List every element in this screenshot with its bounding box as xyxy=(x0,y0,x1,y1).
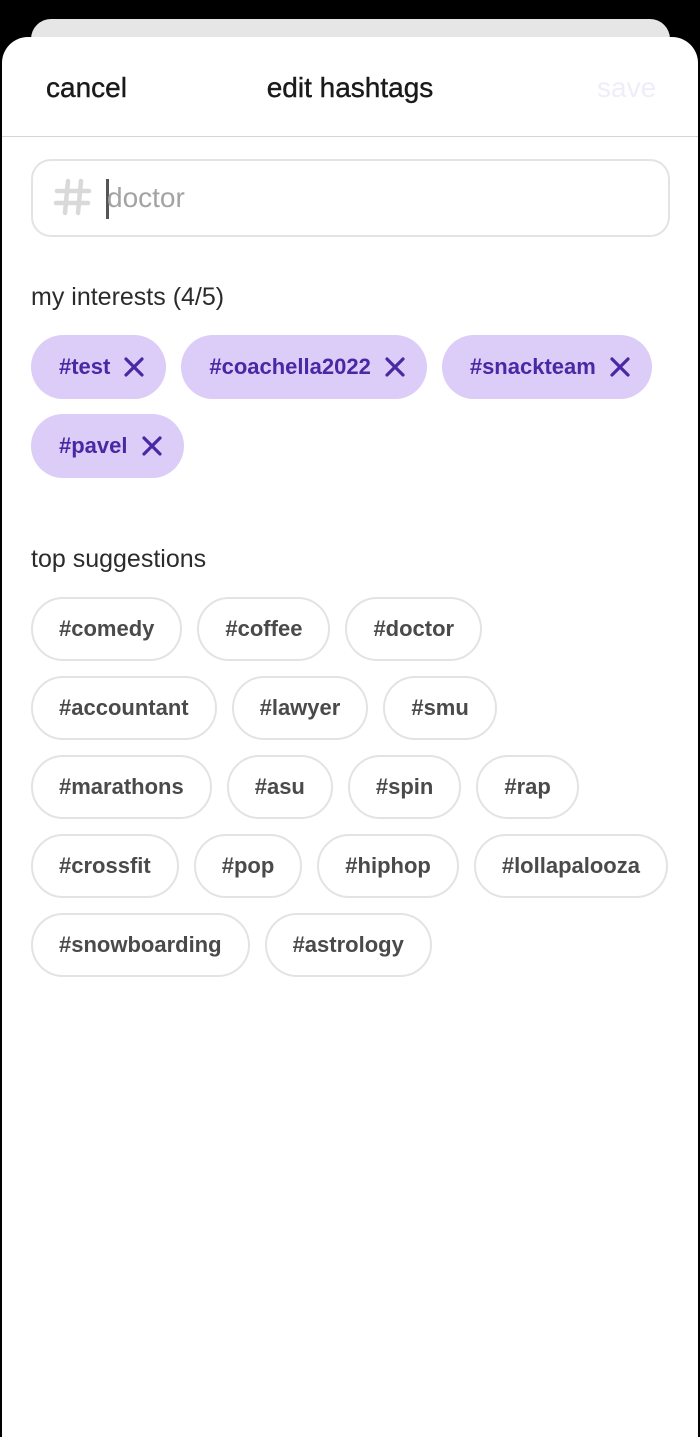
top-suggestions-label: top suggestions xyxy=(31,545,207,573)
suggestion-chip-label: #crossfit xyxy=(59,853,151,878)
suggestion-chip-label: #smu xyxy=(411,695,469,720)
suggestion-chip[interactable]: #doctor xyxy=(345,597,483,661)
suggestion-chip-label: #comedy xyxy=(59,616,155,641)
remove-icon[interactable] xyxy=(610,357,630,377)
suggestion-chip-label: #doctor xyxy=(373,616,455,641)
suggestion-chip[interactable]: #lollapalooza xyxy=(473,834,668,898)
interest-chip[interactable]: #coachella2022 xyxy=(181,335,427,399)
interest-chip-label: #test xyxy=(59,354,111,379)
suggestion-chip[interactable]: #hiphop xyxy=(317,834,459,898)
suggestion-chip-label: #asu xyxy=(254,774,305,799)
suggestion-chip[interactable]: #asu xyxy=(226,755,333,819)
suggestion-chip[interactable]: #snowboarding xyxy=(31,913,250,977)
suggestion-chip-label: #lollapalooza xyxy=(501,853,640,878)
top-suggestions-list: #comedy #coffee #doctor #accountant #lawyer #… xyxy=(31,597,671,977)
interest-chip[interactable]: #snackteam xyxy=(441,335,652,399)
remove-icon[interactable] xyxy=(141,436,162,456)
suggestion-chip-label: #marathons xyxy=(59,774,184,799)
header: cancel edit hashtags save xyxy=(2,37,698,137)
interest-chip[interactable]: #pavel xyxy=(31,414,184,478)
suggestion-chip[interactable]: #lawyer xyxy=(231,676,369,740)
suggestion-chip-label: #rap xyxy=(504,774,551,799)
save-button[interactable]: save xyxy=(597,69,656,107)
suggestion-chip-label: #coffee xyxy=(225,616,303,641)
interest-chip-label: #coachella2022 xyxy=(209,354,371,379)
suggestion-chip-label: #spin xyxy=(375,774,434,799)
suggestion-chip[interactable]: #accountant xyxy=(31,676,217,740)
suggestion-chip[interactable]: #astrology xyxy=(264,913,432,977)
remove-icon[interactable] xyxy=(385,357,405,377)
suggestion-chip[interactable]: #comedy xyxy=(31,597,183,661)
hash-icon xyxy=(53,178,92,216)
interest-chip-label: #pavel xyxy=(59,433,128,458)
remove-icon[interactable] xyxy=(124,357,144,377)
interest-chip-label: #snackteam xyxy=(469,354,596,379)
suggestion-chip-label: #hiphop xyxy=(345,853,431,878)
interest-chip[interactable]: #test xyxy=(31,335,167,399)
my-interests-list: #test #coachella2022 #snackteam #pavel xyxy=(31,335,671,478)
suggestion-chip[interactable]: #crossfit xyxy=(31,834,179,898)
hashtag-search-field[interactable] xyxy=(31,159,670,237)
page-title: edit hashtags xyxy=(266,72,434,103)
search-input[interactable] xyxy=(107,173,647,223)
suggestion-chip-label: #lawyer xyxy=(259,695,341,720)
suggestion-chip-label: #pop xyxy=(221,853,275,878)
my-interests-label: my interests (4/5) xyxy=(31,283,225,311)
edit-hashtags-sheet: cancel edit hashtags save my interests (… xyxy=(2,37,698,1437)
suggestion-chip[interactable]: #coffee xyxy=(197,597,331,661)
suggestion-chip-label: #accountant xyxy=(59,695,189,720)
suggestion-chip[interactable]: #spin xyxy=(347,755,462,819)
suggestion-chip-label: #snowboarding xyxy=(59,932,222,957)
suggestion-chip-label: #astrology xyxy=(292,932,404,957)
suggestion-chip[interactable]: #pop xyxy=(193,834,303,898)
suggestion-chip[interactable]: #rap xyxy=(476,755,579,819)
suggestion-chip[interactable]: #marathons xyxy=(31,755,212,819)
suggestion-chip[interactable]: #smu xyxy=(383,676,497,740)
